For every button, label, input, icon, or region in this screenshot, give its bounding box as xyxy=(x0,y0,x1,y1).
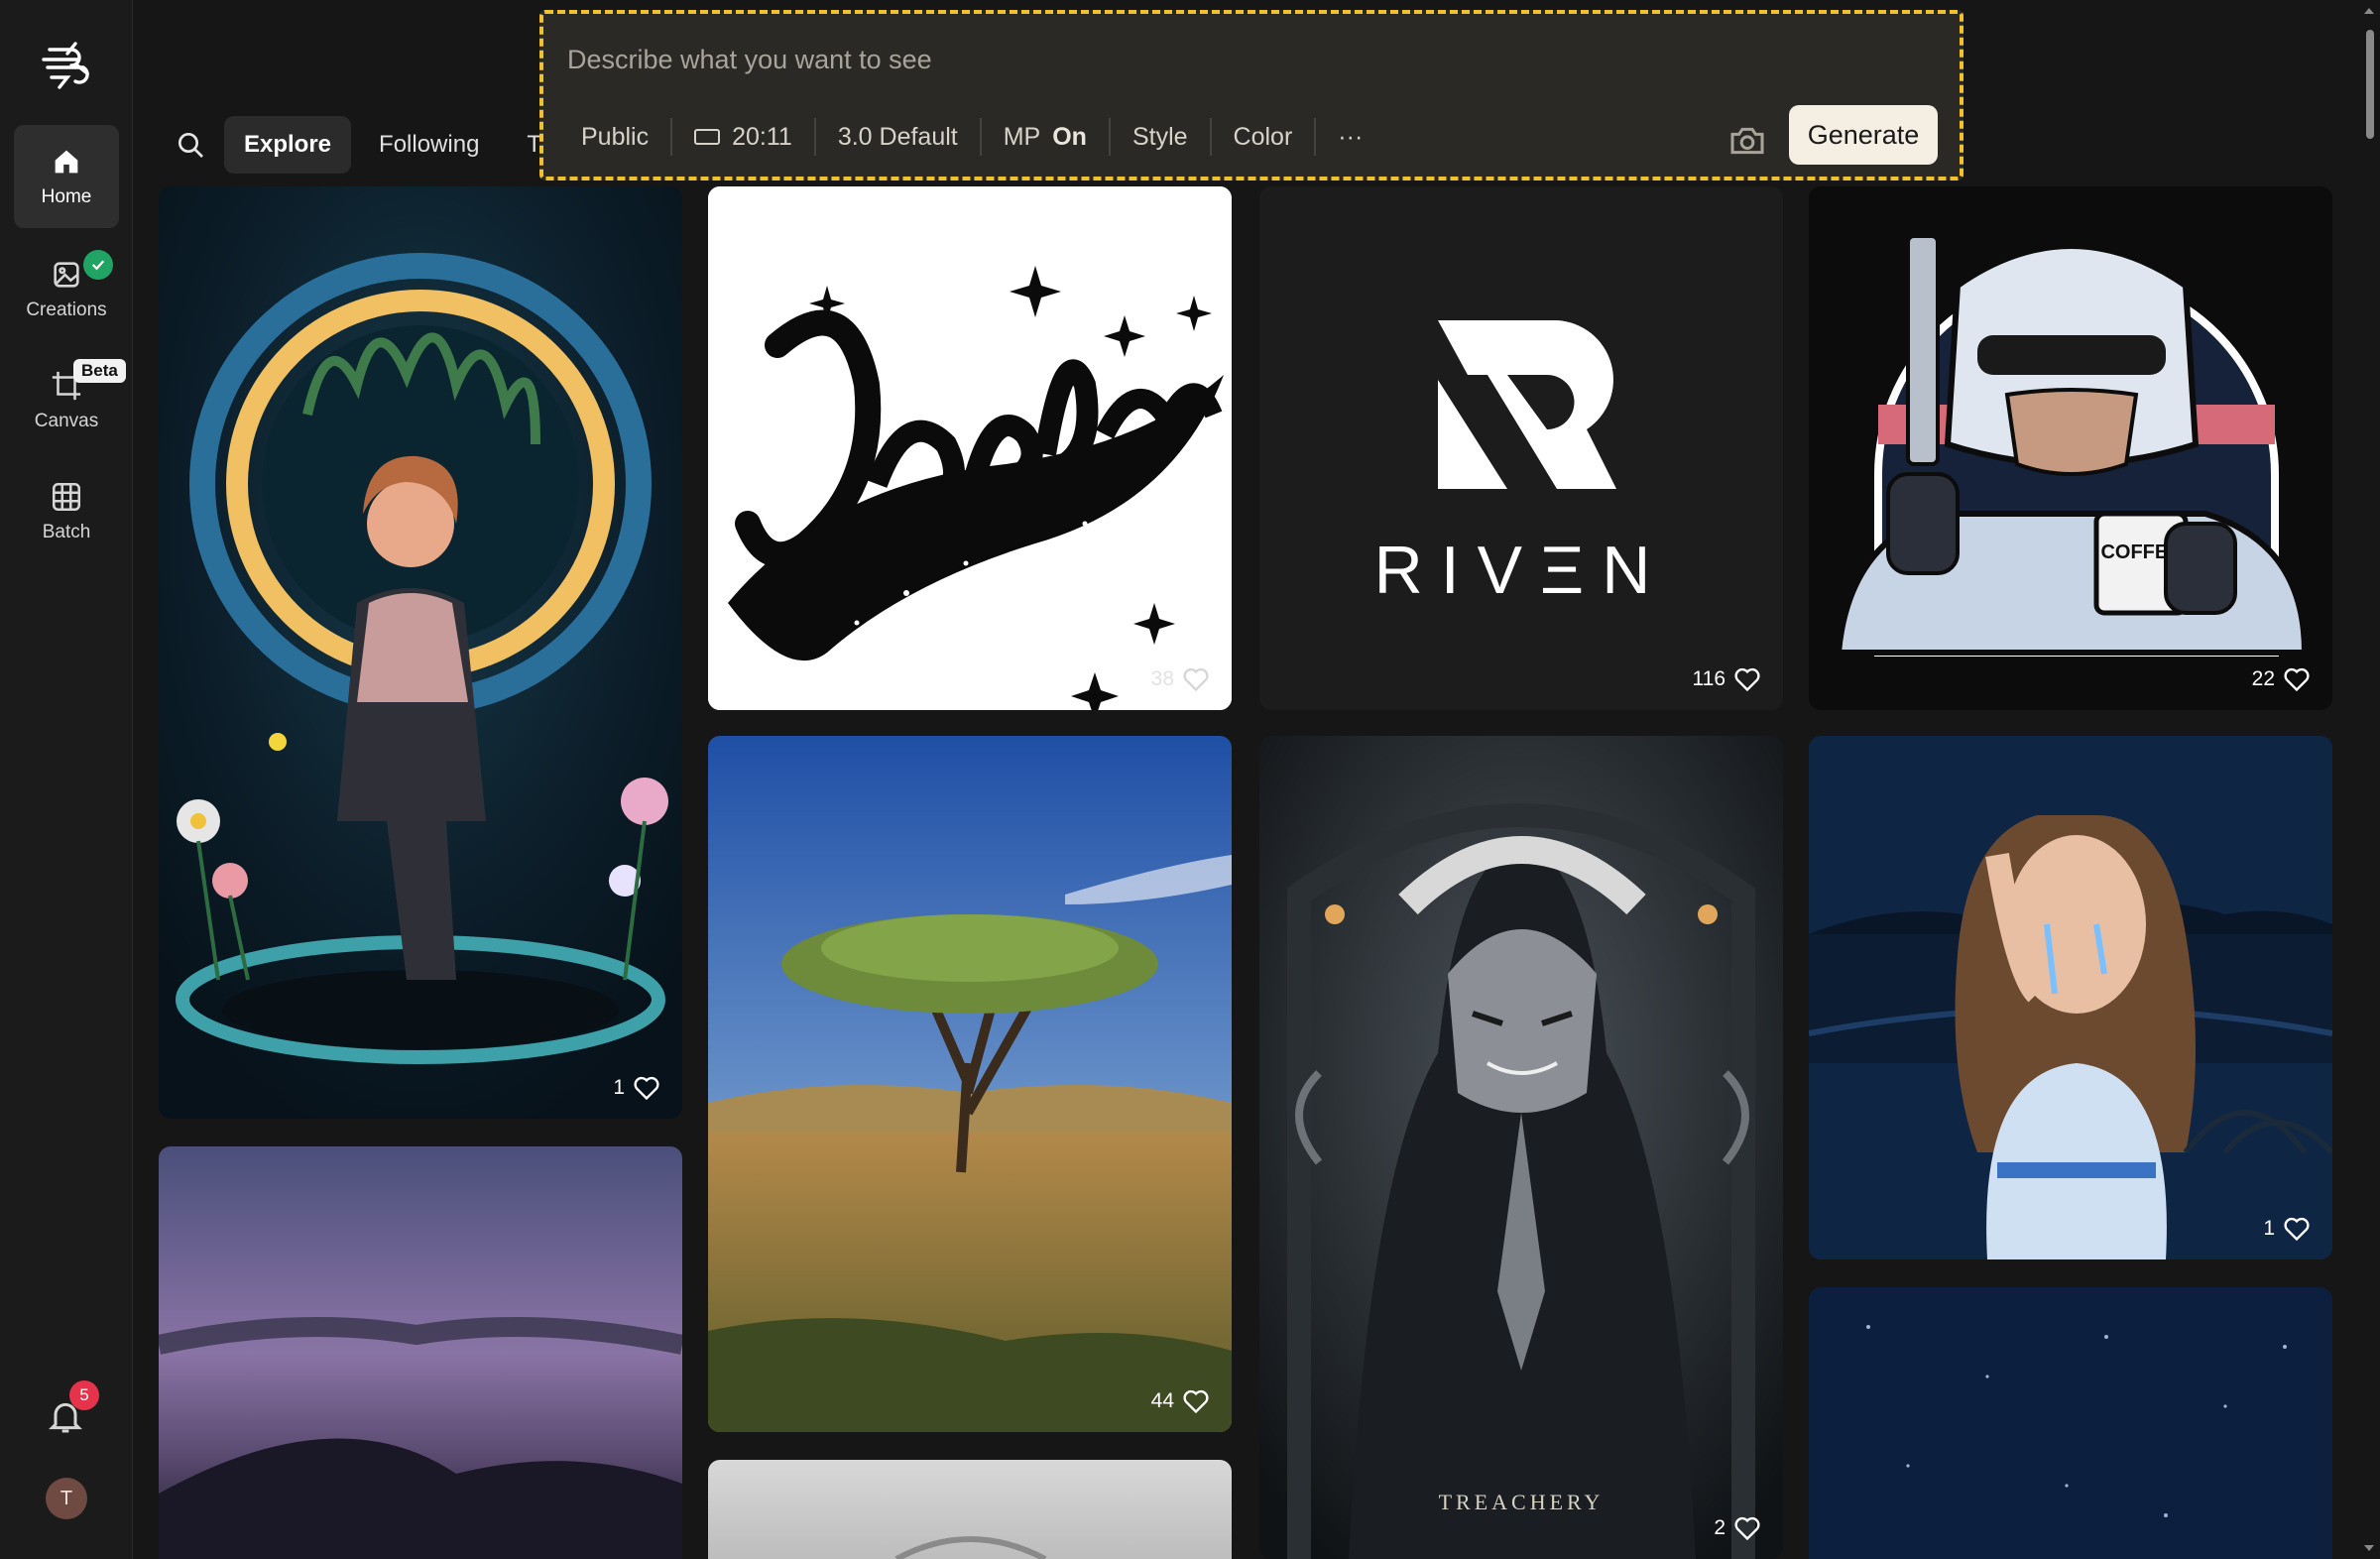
scrollbar-thumb[interactable] xyxy=(2366,30,2374,139)
poster-caption: TREACHERY xyxy=(1439,1490,1605,1514)
gallery-card[interactable] xyxy=(1809,1287,2332,1559)
more-icon: ··· xyxy=(1338,122,1364,151)
aspect-ratio-select[interactable]: 20:11 xyxy=(672,109,814,165)
card-image-hooded-figure: TREACHERY xyxy=(1259,736,1783,1559)
like-count[interactable]: 44 xyxy=(1151,1388,1210,1414)
card-image-logo: RIVΞN xyxy=(1259,186,1783,710)
sidebar-item-label: Home xyxy=(41,186,92,207)
heart-icon xyxy=(2284,667,2310,692)
model-label: 3.0 Default xyxy=(837,122,958,151)
visibility-toggle[interactable]: Public xyxy=(559,109,670,165)
sidebar-item-batch[interactable]: Batch xyxy=(14,460,119,563)
beta-badge: Beta xyxy=(73,359,126,383)
camera-icon[interactable] xyxy=(1727,121,1767,161)
search-button[interactable] xyxy=(165,119,216,171)
logo-text: RIVΞN xyxy=(1374,533,1669,608)
gallery-card[interactable] xyxy=(708,1460,1232,1559)
feed-tabs: Explore Following Top xyxy=(165,115,550,175)
like-count-value: 44 xyxy=(1150,1389,1174,1412)
magic-prompt-toggle[interactable]: MP On xyxy=(982,109,1109,165)
generate-button[interactable]: Generate xyxy=(1789,105,1938,165)
heart-icon xyxy=(1183,667,1209,692)
like-count[interactable]: 22 xyxy=(2252,666,2311,692)
card-image-robot: COFFEE xyxy=(1809,186,2332,710)
heart-icon xyxy=(1734,667,1760,692)
card-image-lettering xyxy=(708,186,1232,710)
like-count[interactable]: 38 xyxy=(1151,666,1210,692)
scroll-down-arrow-icon[interactable] xyxy=(2362,1541,2376,1555)
more-options-button[interactable]: ··· xyxy=(1316,109,1384,165)
like-count[interactable]: 1 xyxy=(2263,1216,2311,1242)
gallery-card[interactable] xyxy=(159,1146,682,1559)
grid-icon xyxy=(52,482,81,512)
style-label: Style xyxy=(1131,122,1188,151)
style-select[interactable]: Style xyxy=(1111,109,1210,165)
gallery-card[interactable]: 1 xyxy=(159,186,682,1119)
heart-icon xyxy=(634,1076,659,1101)
gallery-card[interactable]: 44 xyxy=(708,736,1232,1432)
card-image xyxy=(159,186,682,1119)
app-logo-icon[interactable] xyxy=(38,38,95,95)
notification-count-badge: 5 xyxy=(69,1380,99,1410)
like-count-value: 1 xyxy=(2263,1217,2275,1240)
sidebar-item-label: Creations xyxy=(26,300,107,320)
sidebar-item-label: Batch xyxy=(42,522,91,542)
tab-following[interactable]: Following xyxy=(359,116,499,174)
sidebar: Home Creations Canvas Beta Batch 5 T xyxy=(0,0,133,1559)
like-count[interactable]: 2 xyxy=(1714,1515,1761,1541)
home-icon xyxy=(55,150,78,174)
gallery-card[interactable]: COFFEE 22 xyxy=(1809,186,2332,710)
mp-value: On xyxy=(1052,122,1087,151)
prompt-input[interactable] xyxy=(567,40,1658,79)
like-count-value: 22 xyxy=(2251,667,2275,690)
tab-explore[interactable]: Explore xyxy=(224,116,352,174)
app-window: Home Creations Canvas Beta Batch 5 T Exp… xyxy=(0,0,2380,1559)
color-label: Color xyxy=(1233,122,1293,151)
card-image-savanna xyxy=(708,736,1232,1432)
like-count-value: 116 xyxy=(1692,667,1726,690)
model-select[interactable]: 3.0 Default xyxy=(816,109,980,165)
like-count-value: 1 xyxy=(613,1076,625,1099)
gallery-card[interactable]: RIVΞN 116 xyxy=(1259,186,1783,710)
sidebar-item-label: Canvas xyxy=(34,411,99,431)
gallery-card[interactable]: 1 xyxy=(1809,736,2332,1259)
visibility-label: Public xyxy=(581,122,650,151)
image-icon xyxy=(54,262,79,288)
like-count[interactable]: 1 xyxy=(613,1075,660,1101)
prompt-panel: Public 20:11 3.0 Default MP On Style Colo… xyxy=(539,10,1964,180)
mp-label: MP xyxy=(1003,122,1041,151)
heart-icon xyxy=(2284,1217,2310,1242)
heart-icon xyxy=(1183,1389,1209,1414)
aspect-ratio-label: 20:11 xyxy=(732,122,792,151)
card-image-crying-girl xyxy=(1809,736,2332,1259)
sidebar-item-canvas[interactable]: Canvas Beta xyxy=(14,349,126,452)
scroll-up-arrow-icon[interactable] xyxy=(2362,4,2376,18)
card-image-starry-sky xyxy=(1809,1287,2332,1559)
gallery-card[interactable]: TREACHERY 2 xyxy=(1259,736,1783,1559)
prompt-options: Public 20:11 3.0 Default MP On Style Colo… xyxy=(559,109,1384,165)
like-count[interactable]: 116 xyxy=(1693,666,1761,692)
like-count-value: 38 xyxy=(1150,667,1174,690)
color-select[interactable]: Color xyxy=(1212,109,1315,165)
sidebar-item-creations[interactable]: Creations xyxy=(14,238,119,341)
search-icon xyxy=(178,133,203,158)
heart-icon xyxy=(1734,1516,1760,1541)
like-count-value: 2 xyxy=(1714,1516,1726,1539)
user-avatar[interactable]: T xyxy=(46,1478,87,1519)
gallery-card[interactable]: 38 xyxy=(708,186,1232,710)
aspect-ratio-icon xyxy=(694,129,721,145)
card-image-desert-dusk xyxy=(159,1146,682,1559)
success-check-icon xyxy=(83,250,113,280)
sidebar-item-home[interactable]: Home xyxy=(14,125,119,228)
card-image-gray xyxy=(708,1460,1232,1559)
